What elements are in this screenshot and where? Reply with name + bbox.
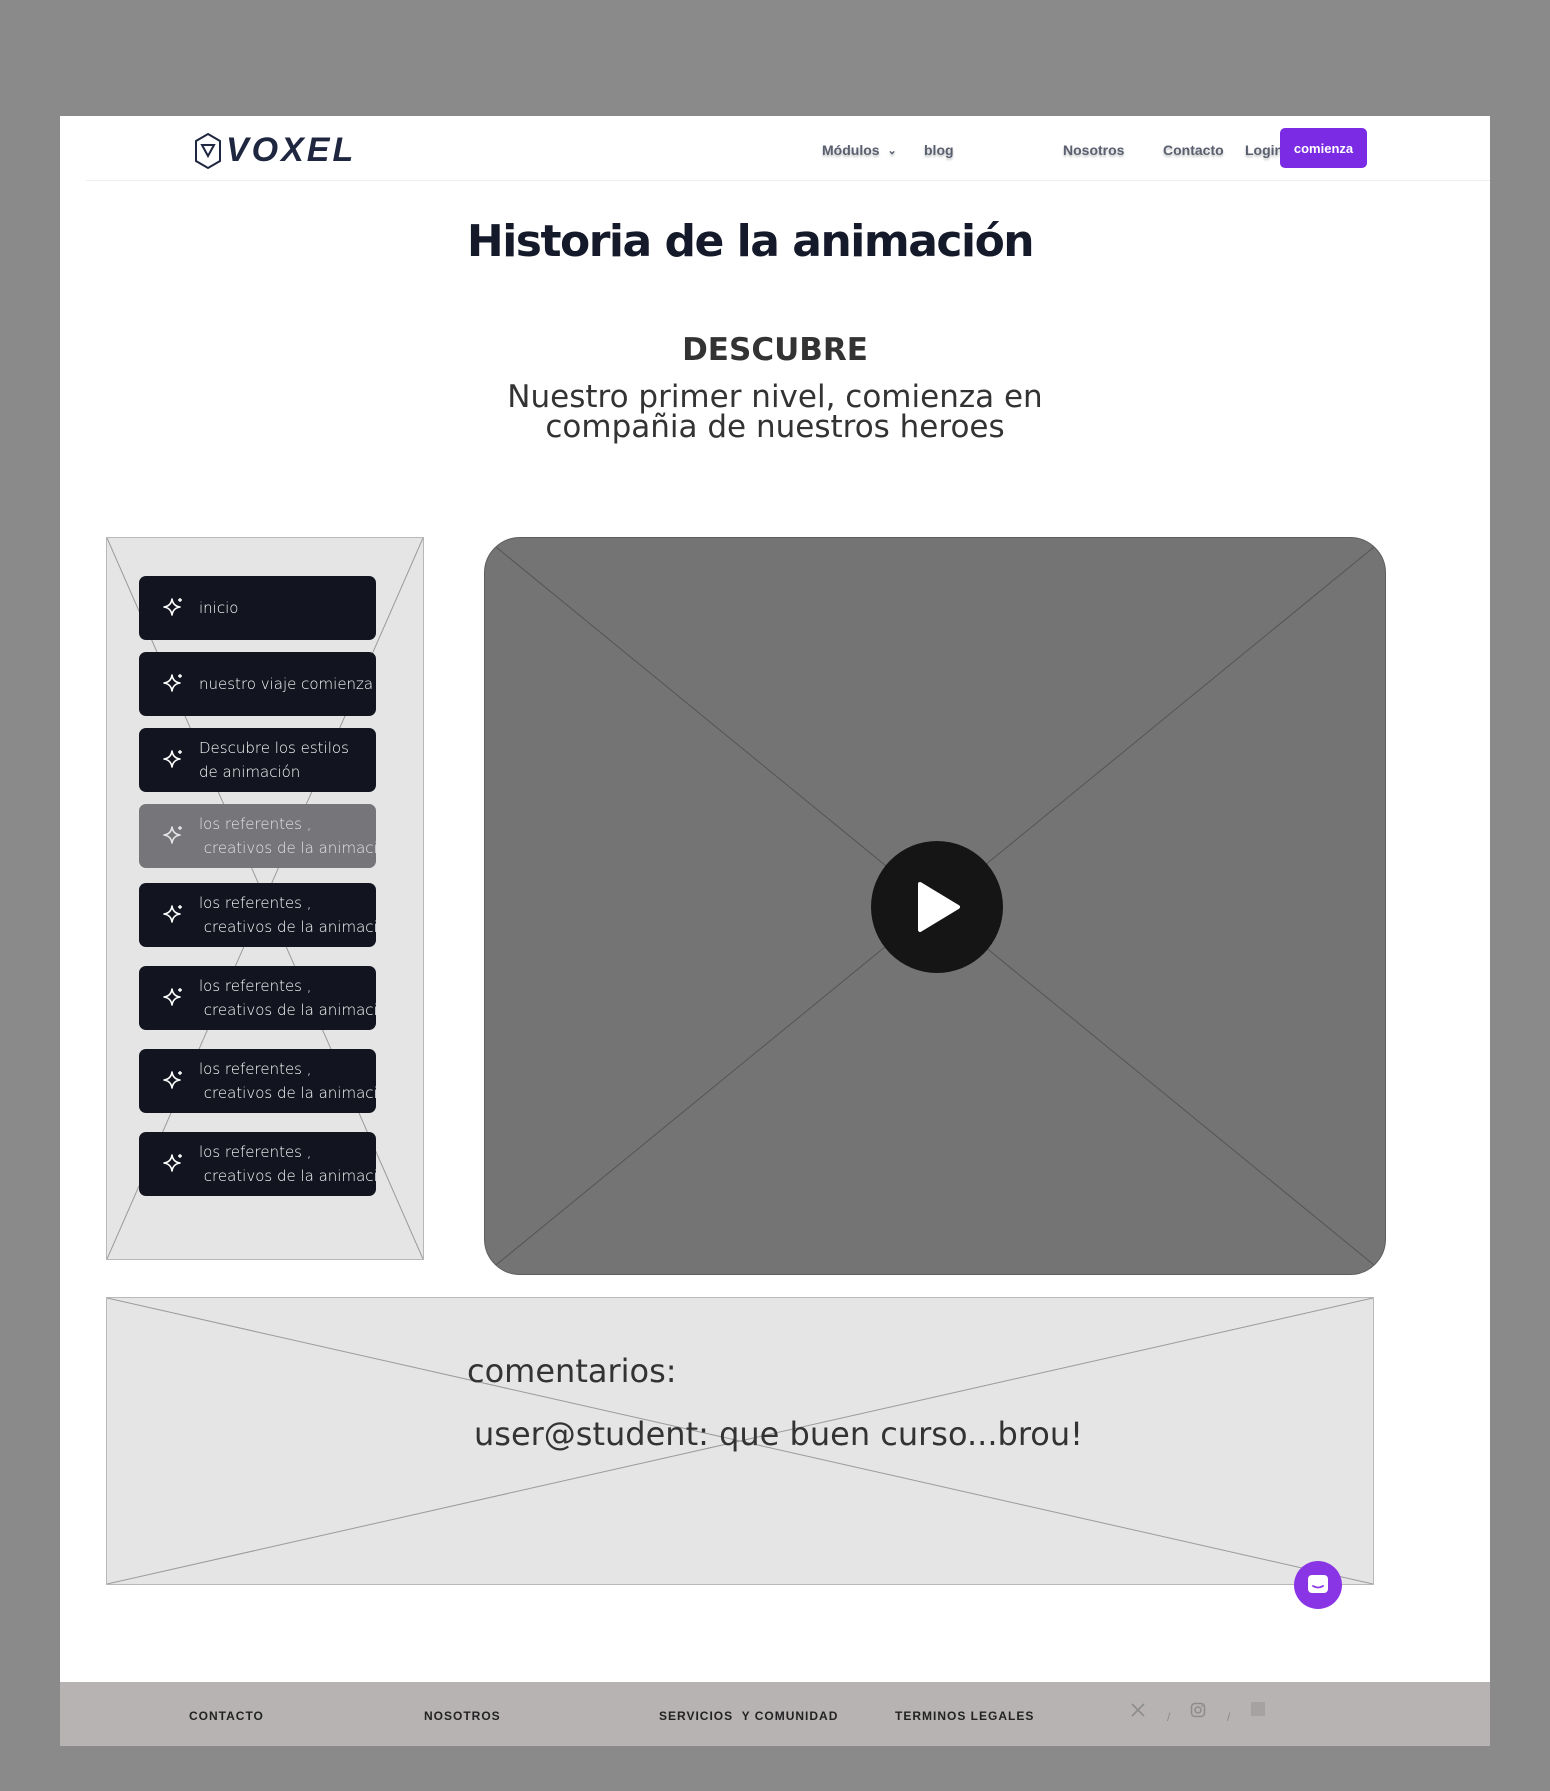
sidebar-item-label: los referentes , creativos de la animaci… <box>199 894 376 936</box>
x-icon[interactable] <box>1130 1702 1146 1721</box>
video-player[interactable] <box>484 537 1386 1275</box>
comments-panel: comentarios: user@student: que buen curs… <box>106 1297 1374 1585</box>
section-subtitle: Nuestro primer nivel, comienza en compañ… <box>507 379 1043 445</box>
comienza-button[interactable]: comienza <box>1280 128 1367 168</box>
sparkle-icon <box>161 747 187 773</box>
logo-text: VOXEL <box>226 131 357 169</box>
sidebar-item-1[interactable]: inicio <box>139 576 376 640</box>
chat-launcher-button[interactable] <box>1294 1561 1342 1609</box>
logo[interactable]: VOXEL <box>194 131 356 170</box>
footer-separator: / <box>1227 1710 1231 1724</box>
play-icon <box>918 882 960 932</box>
sidebar-item-label: los referentes , creativos de la animaci… <box>199 977 376 1019</box>
comments-label: comentarios: <box>467 1352 677 1390</box>
chevron-down-icon: ⌄ <box>887 145 897 157</box>
sidebar-item-2[interactable]: nuestro viaje comienza <box>139 652 376 716</box>
nav-blog[interactable]: blog <box>924 142 954 158</box>
sidebar-item-label: los referentes , creativos de la animaci… <box>199 815 376 857</box>
lesson-sidebar: inicio nuestro viaje comienza Descubre los… <box>106 537 424 1260</box>
sparkle-icon <box>161 1151 187 1177</box>
footer-link-contacto[interactable]: CONTACTO <box>189 1709 264 1723</box>
nav-login[interactable]: Login <box>1245 142 1283 158</box>
nav-modulos-label: Módulos <box>822 142 880 158</box>
site-footer: CONTACTO NOSOTROS SERVICIOS Y COMUNIDAD … <box>60 1682 1490 1746</box>
sparkle-icon <box>161 823 187 849</box>
sidebar-item-label: nuestro viaje comienza <box>199 675 374 693</box>
sparkle-icon <box>161 985 187 1011</box>
site-header: VOXEL Módulos ⌄ blog Nosotros Contacto Lo… <box>86 116 1490 181</box>
sidebar-item-6[interactable]: los referentes , creativos de la animaci… <box>139 966 376 1030</box>
instagram-icon[interactable] <box>1190 1702 1206 1721</box>
chat-icon <box>1308 1575 1328 1593</box>
sidebar-item-4[interactable]: los referentes , creativos de la animaci… <box>139 804 376 868</box>
footer-link-terminos[interactable]: TERMINOS LEGALES <box>895 1709 1034 1723</box>
footer-separator: / <box>1167 1710 1171 1724</box>
sidebar-item-5[interactable]: los referentes , creativos de la animaci… <box>139 883 376 947</box>
square-icon[interactable] <box>1251 1702 1265 1719</box>
section-kicker: DESCUBRE <box>682 332 868 368</box>
sidebar-item-7[interactable]: los referentes , creativos de la animaci… <box>139 1049 376 1113</box>
sidebar-item-label: inicio <box>199 599 239 617</box>
sidebar-item-label: los referentes , creativos de la animaci… <box>199 1060 376 1102</box>
shield-logo-icon <box>195 132 221 169</box>
footer-link-nosotros[interactable]: NOSOTROS <box>424 1709 501 1723</box>
sparkle-icon <box>161 595 187 621</box>
comment-entry: user@student: que buen curso...brou! <box>474 1415 1083 1453</box>
page: VOXEL Módulos ⌄ blog Nosotros Contacto Lo… <box>60 116 1490 1746</box>
sidebar-item-3[interactable]: Descubre los estilos de animación <box>139 728 376 792</box>
nav-nosotros[interactable]: Nosotros <box>1063 142 1124 158</box>
sparkle-icon <box>161 671 187 697</box>
sidebar-item-8[interactable]: los referentes , creativos de la animaci… <box>139 1132 376 1196</box>
sparkle-icon <box>161 1068 187 1094</box>
footer-link-servicios[interactable]: SERVICIOS Y COMUNIDAD <box>659 1709 838 1723</box>
play-button[interactable] <box>871 841 1003 973</box>
sidebar-item-label: Descubre los estilos de animación <box>199 739 349 781</box>
sparkle-icon <box>161 902 187 928</box>
sidebar-item-label: los referentes , creativos de la animaci… <box>199 1143 376 1185</box>
page-title: Historia de la animación <box>466 216 1035 267</box>
nav-contacto[interactable]: Contacto <box>1163 142 1224 158</box>
nav-modulos[interactable]: Módulos ⌄ <box>822 142 897 158</box>
